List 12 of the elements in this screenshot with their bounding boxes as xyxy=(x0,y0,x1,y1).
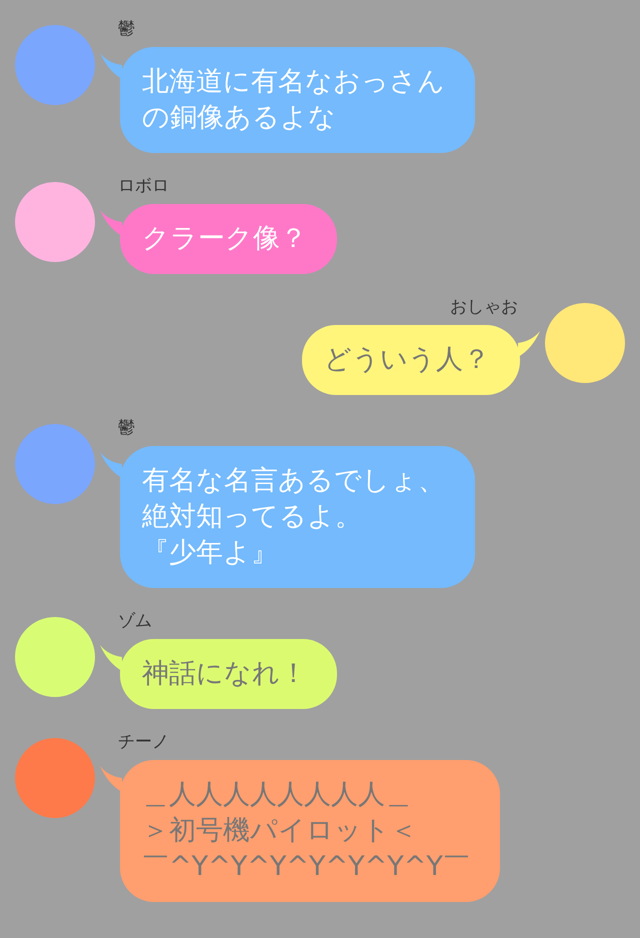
message-bubble: クラーク像？ xyxy=(120,204,337,274)
message-bubble: どういう人？ xyxy=(302,325,520,395)
sender-name: 鬱 xyxy=(117,417,136,439)
sender-name: おしゃお xyxy=(450,296,519,318)
message-bubble: 北海道に有名なおっさん の銅像あるよな xyxy=(120,47,475,153)
message-bubble: 神話になれ！ xyxy=(120,639,337,709)
sender-name: チーノ xyxy=(117,731,170,753)
sender-name: 鬱 xyxy=(117,18,136,40)
sender-name: ゾム xyxy=(117,610,153,632)
message-bubble: 有名な名言あるでしょ、 絶対知ってるよ。 『少年よ』 xyxy=(120,446,475,588)
sender-name: ロボロ xyxy=(117,175,170,197)
message-bubble: ＿人人人人人人人人＿ ＞初号機パイロット＜ ￣^Y^Y^Y^Y^Y^Y^Y￣ xyxy=(120,760,500,902)
